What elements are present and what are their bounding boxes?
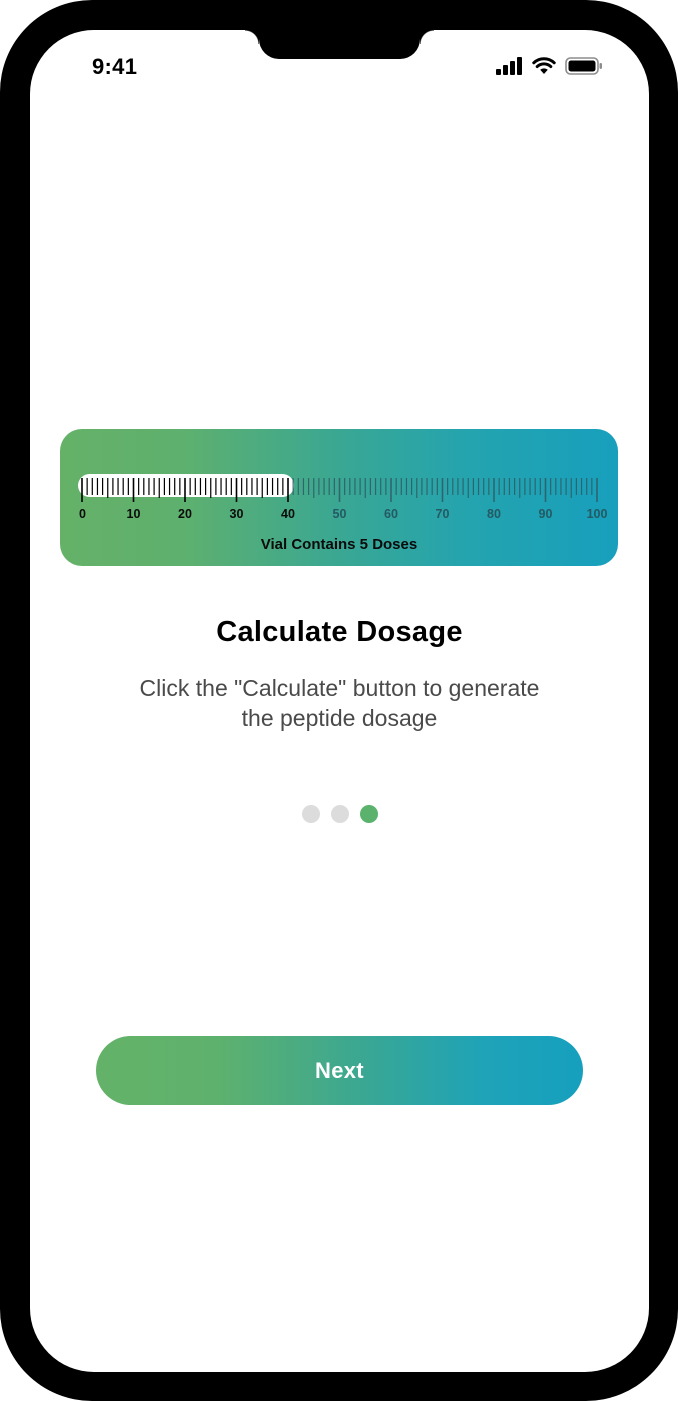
page-dot-2[interactable] bbox=[330, 805, 349, 823]
phone-frame: 9:41 0 10 20 30 40 50 60 70 80 90 100 Vial Contain bbox=[0, 0, 678, 1401]
next-button[interactable]: Next bbox=[96, 1036, 583, 1105]
description-line-1: Click the "Calculate" button to generate bbox=[139, 675, 540, 701]
description-line-2: the peptide dosage bbox=[241, 705, 438, 731]
ruler-tick-label: 40 bbox=[281, 507, 295, 521]
ruler-tick-label: 100 bbox=[587, 507, 608, 521]
ruler-tick-label: 10 bbox=[127, 507, 141, 521]
dosage-ruler-card: 0 10 20 30 40 50 60 70 80 90 100 Vial Contains 5 D… bbox=[60, 429, 618, 566]
status-icons bbox=[496, 55, 603, 77]
page-title: Calculate Dosage bbox=[216, 616, 463, 648]
ruler-tick-label: 50 bbox=[333, 507, 347, 521]
cellular-signal-icon bbox=[496, 57, 522, 75]
ruler-tick-label: 30 bbox=[230, 507, 244, 521]
dosage-ruler: 0 10 20 30 40 50 60 70 80 90 100 bbox=[78, 474, 608, 521]
ruler-fill-level bbox=[78, 474, 294, 497]
page-dot-1[interactable] bbox=[301, 805, 320, 823]
ruler-tick-label: 60 bbox=[384, 507, 398, 521]
battery-icon bbox=[565, 57, 602, 75]
status-time: 9:41 bbox=[92, 54, 138, 79]
ruler-tick-label: 90 bbox=[539, 507, 553, 521]
ruler-tick-label: 70 bbox=[436, 507, 450, 521]
ruler-tick-label: 20 bbox=[178, 507, 192, 521]
app-screen: 9:41 0 10 20 30 40 50 60 70 80 90 100 Vial Contain bbox=[30, 30, 649, 1372]
ruler-tick-label: 80 bbox=[487, 507, 501, 521]
ruler-tick-label: 0 bbox=[79, 507, 86, 521]
ruler-caption: Vial Contains 5 Doses bbox=[260, 536, 418, 553]
page-description: Click the "Calculate" button to generate… bbox=[90, 673, 589, 733]
page-indicator bbox=[30, 805, 649, 823]
wifi-icon bbox=[532, 57, 556, 74]
device-notch bbox=[245, 30, 434, 59]
page-dot-3-active[interactable] bbox=[359, 805, 378, 823]
